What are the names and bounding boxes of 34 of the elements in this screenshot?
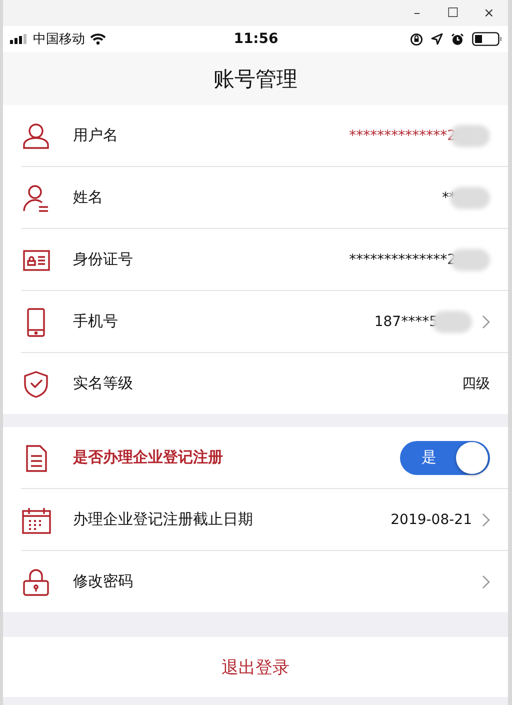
wifi-icon <box>90 33 106 45</box>
row-label: 是否办理企业登记注册 <box>73 448 224 467</box>
person-lines-icon <box>21 182 51 212</box>
row-label: 办理企业登记注册截止日期 <box>73 510 254 529</box>
row-label: 实名等级 <box>73 374 134 393</box>
row-label: 身份证号 <box>73 250 134 269</box>
row-value: **************2 <box>349 252 456 268</box>
rotation-lock-icon <box>410 32 423 46</box>
row-label: 修改密码 <box>73 572 134 591</box>
alarm-clock-icon <box>450 32 464 46</box>
carrier-name: 中国移动 <box>33 31 85 48</box>
page-title: 账号管理 <box>214 66 298 92</box>
chevron-right-icon[interactable] <box>482 314 490 328</box>
battery-icon <box>472 32 502 46</box>
row-label: 姓名 <box>73 188 104 207</box>
padlock-icon <box>21 566 51 596</box>
row-value: 四级 <box>462 374 490 392</box>
clock-time: 11:56 <box>234 31 278 47</box>
person-icon <box>21 120 51 150</box>
window-control-button[interactable]: – <box>402 6 432 20</box>
row-value: 187****5 <box>374 314 438 330</box>
window-control-button[interactable]: × <box>474 6 504 20</box>
row-label: 手机号 <box>73 312 119 331</box>
chevron-right-icon[interactable] <box>482 574 490 588</box>
signal-icon <box>10 34 28 44</box>
shield-check-icon <box>21 368 51 398</box>
location-arrow-icon <box>430 33 443 45</box>
row-value: 2019-08-21 <box>390 512 472 528</box>
window-control-button[interactable]: ☐ <box>438 6 468 20</box>
toggle-switch[interactable]: 是 <box>400 440 490 474</box>
row-value: ** <box>442 190 456 206</box>
row-value: **************2 <box>349 128 456 144</box>
chevron-right-icon[interactable] <box>482 512 490 526</box>
row-label: 用户名 <box>73 126 119 145</box>
